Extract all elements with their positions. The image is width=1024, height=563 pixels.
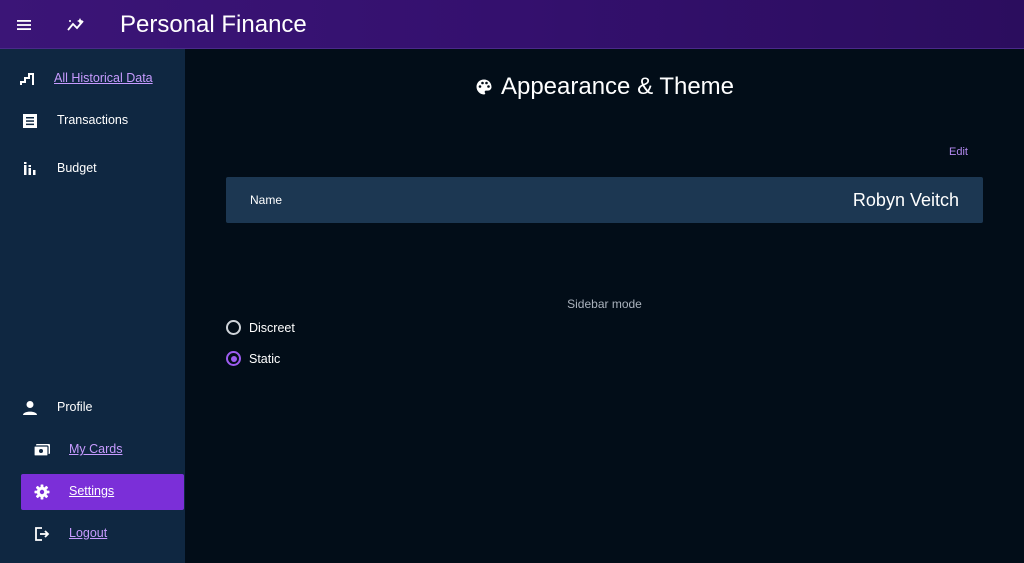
sidebar-item-logout[interactable]: Logout bbox=[0, 516, 185, 552]
sidebar-item-label[interactable]: My Cards bbox=[69, 442, 122, 456]
page-title: Appearance & Theme bbox=[185, 73, 1024, 103]
sidebar-item-label: Profile bbox=[57, 400, 93, 414]
sidebar: All Historical Data Transactions Budget … bbox=[0, 49, 185, 563]
settings-panel: Appearance & Theme Edit Name Robyn Veitc… bbox=[185, 49, 1024, 563]
sidebar-item-profile[interactable]: Profile bbox=[0, 390, 185, 426]
cards-icon bbox=[33, 441, 51, 459]
sidebar-item-all-historical-data[interactable]: All Historical Data bbox=[0, 61, 185, 97]
sidebar-item-label[interactable]: Logout bbox=[69, 526, 107, 540]
menu-icon[interactable] bbox=[10, 11, 38, 39]
top-app-bar: Personal Finance bbox=[0, 0, 1024, 49]
app-title: Personal Finance bbox=[120, 11, 307, 38]
stairs-chart-icon bbox=[19, 70, 37, 88]
palette-icon bbox=[475, 75, 493, 103]
sidebar-item-my-cards[interactable]: My Cards bbox=[0, 432, 185, 468]
name-value: Robyn Veitch bbox=[852, 190, 959, 210]
chart-sparkle-icon[interactable] bbox=[62, 11, 90, 39]
gear-icon bbox=[33, 483, 51, 501]
receipt-icon bbox=[21, 112, 39, 130]
sidebar-item-transactions[interactable]: Transactions bbox=[0, 103, 185, 139]
edit-button[interactable]: Edit bbox=[949, 146, 968, 158]
sidebar-mode-label: Sidebar mode bbox=[567, 297, 642, 311]
sidebar-item-settings[interactable]: Settings bbox=[0, 474, 185, 510]
name-label: Name bbox=[250, 193, 283, 207]
sidebar-item-label[interactable]: Settings bbox=[69, 484, 114, 498]
sidebar-item-budget[interactable]: Budget bbox=[0, 151, 185, 187]
page-title-text: Appearance & Theme bbox=[500, 73, 735, 100]
radio-button[interactable] bbox=[226, 351, 241, 366]
radio-label[interactable]: Discreet bbox=[249, 321, 295, 335]
name-card: Name Robyn Veitch bbox=[226, 177, 983, 223]
person-icon bbox=[21, 399, 39, 417]
sidebar-item-label: Transactions bbox=[57, 113, 129, 127]
sidebar-item-label[interactable]: All Historical Data bbox=[54, 71, 153, 85]
sidebar-item-label: Budget bbox=[57, 161, 97, 175]
radio-label[interactable]: Static bbox=[249, 352, 280, 366]
radio-button[interactable] bbox=[226, 320, 241, 335]
logout-icon bbox=[33, 525, 51, 543]
bar-chart-icon bbox=[21, 160, 39, 178]
